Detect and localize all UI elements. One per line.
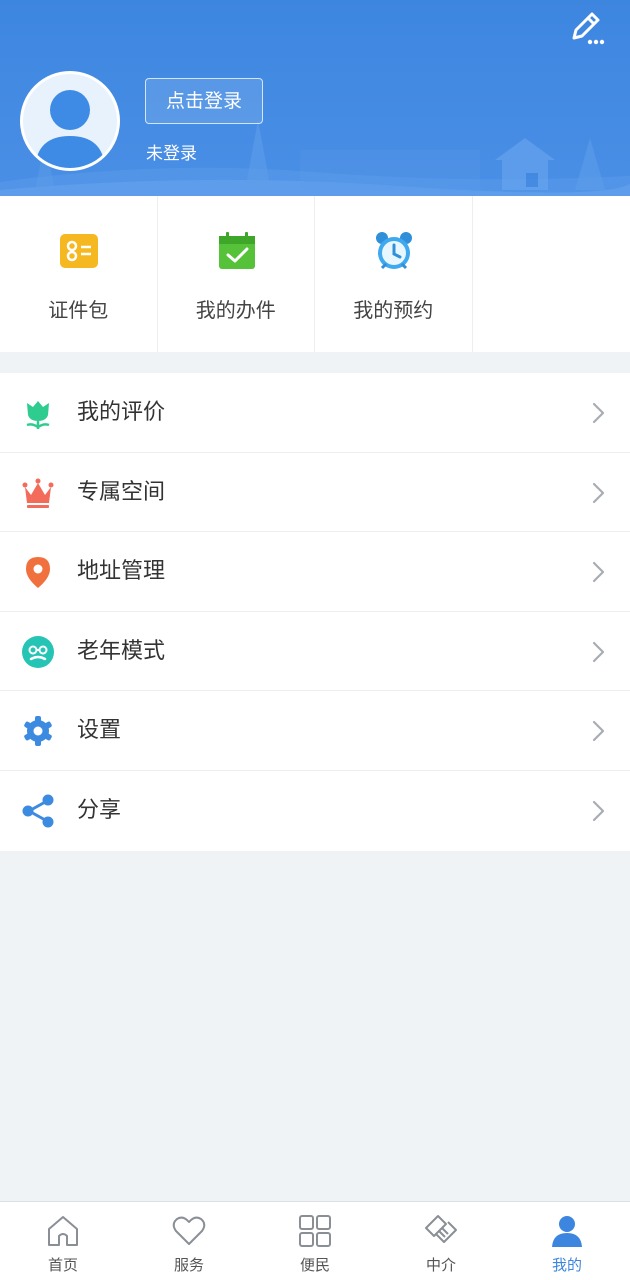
chevron-right-icon [592,402,605,424]
menu-item-my-reviews[interactable]: 我的评价 [0,373,630,453]
share-icon [22,794,54,828]
menu-item-settings[interactable]: 设置 [0,691,630,771]
menu-item-label: 分享 [77,797,122,823]
profile-page: 点击登录 未登录 证件包 我的办件 我的预约 我的评价 专属空间 地址管理 老年… [0,0,630,1280]
tab-label: 服务 [173,1256,204,1274]
home-icon [48,1216,78,1246]
handshake-icon [425,1215,457,1243]
quick-item-label: 我的预约 [353,298,434,322]
calendar-check-icon [218,232,255,269]
chevron-right-icon [592,800,605,822]
menu-item-label: 老年模式 [77,638,166,664]
login-status-text: 未登录 [146,144,197,164]
elder-face-icon [22,635,54,668]
chevron-right-icon [592,562,605,583]
profile-menu: 我的评价 专属空间 地址管理 老年模式 设置 分享 [0,373,630,851]
gear-icon [24,716,52,747]
menu-item-label: 地址管理 [77,559,166,585]
login-button[interactable]: 点击登录 [145,78,263,124]
quick-item-empty [473,196,630,352]
tab-label: 中介 [425,1256,456,1274]
quick-item-my-cases[interactable]: 我的办件 [158,196,315,352]
chevron-right-icon [592,641,605,662]
menu-item-share[interactable]: 分享 [0,771,630,851]
tab-mine[interactable]: 我的 [504,1202,630,1280]
menu-item-exclusive-space[interactable]: 专属空间 [0,453,630,533]
quick-item-label: 证件包 [48,298,109,322]
profile-header: 点击登录 未登录 [0,0,630,196]
menu-item-label: 我的评价 [77,400,166,425]
chevron-right-icon [592,482,605,503]
menu-item-address-management[interactable]: 地址管理 [0,532,630,612]
tab-label: 我的 [551,1256,582,1274]
crown-icon [22,478,54,508]
user-icon [552,1216,582,1247]
tab-convenience[interactable]: 便民 [252,1202,378,1280]
flower-icon [26,401,50,429]
quick-item-documents[interactable]: 证件包 [0,196,158,352]
tab-label: 便民 [299,1256,330,1274]
avatar[interactable] [20,71,120,171]
tab-label: 首页 [47,1256,78,1274]
location-pin-icon [26,557,50,589]
user-avatar-icon [35,90,105,168]
grid-icon [299,1215,331,1247]
quick-actions: 证件包 我的办件 我的预约 [0,196,630,352]
menu-item-elderly-mode[interactable]: 老年模式 [0,612,630,692]
menu-item-label: 专属空间 [77,479,166,505]
tab-services[interactable]: 服务 [126,1202,252,1280]
heart-icon [172,1216,206,1245]
chevron-right-icon [592,721,605,742]
quick-item-appointments[interactable]: 我的预约 [315,196,473,352]
id-card-icon [60,234,98,268]
menu-item-label: 设置 [77,718,122,744]
tab-agency[interactable]: 中介 [378,1202,504,1280]
edit-icon[interactable] [566,8,606,48]
quick-item-label: 我的办件 [195,298,276,322]
alarm-clock-icon [376,232,412,270]
bottom-tab-bar: 首页 服务 便民 中介 我的 [0,1201,630,1280]
tab-home[interactable]: 首页 [0,1202,126,1280]
